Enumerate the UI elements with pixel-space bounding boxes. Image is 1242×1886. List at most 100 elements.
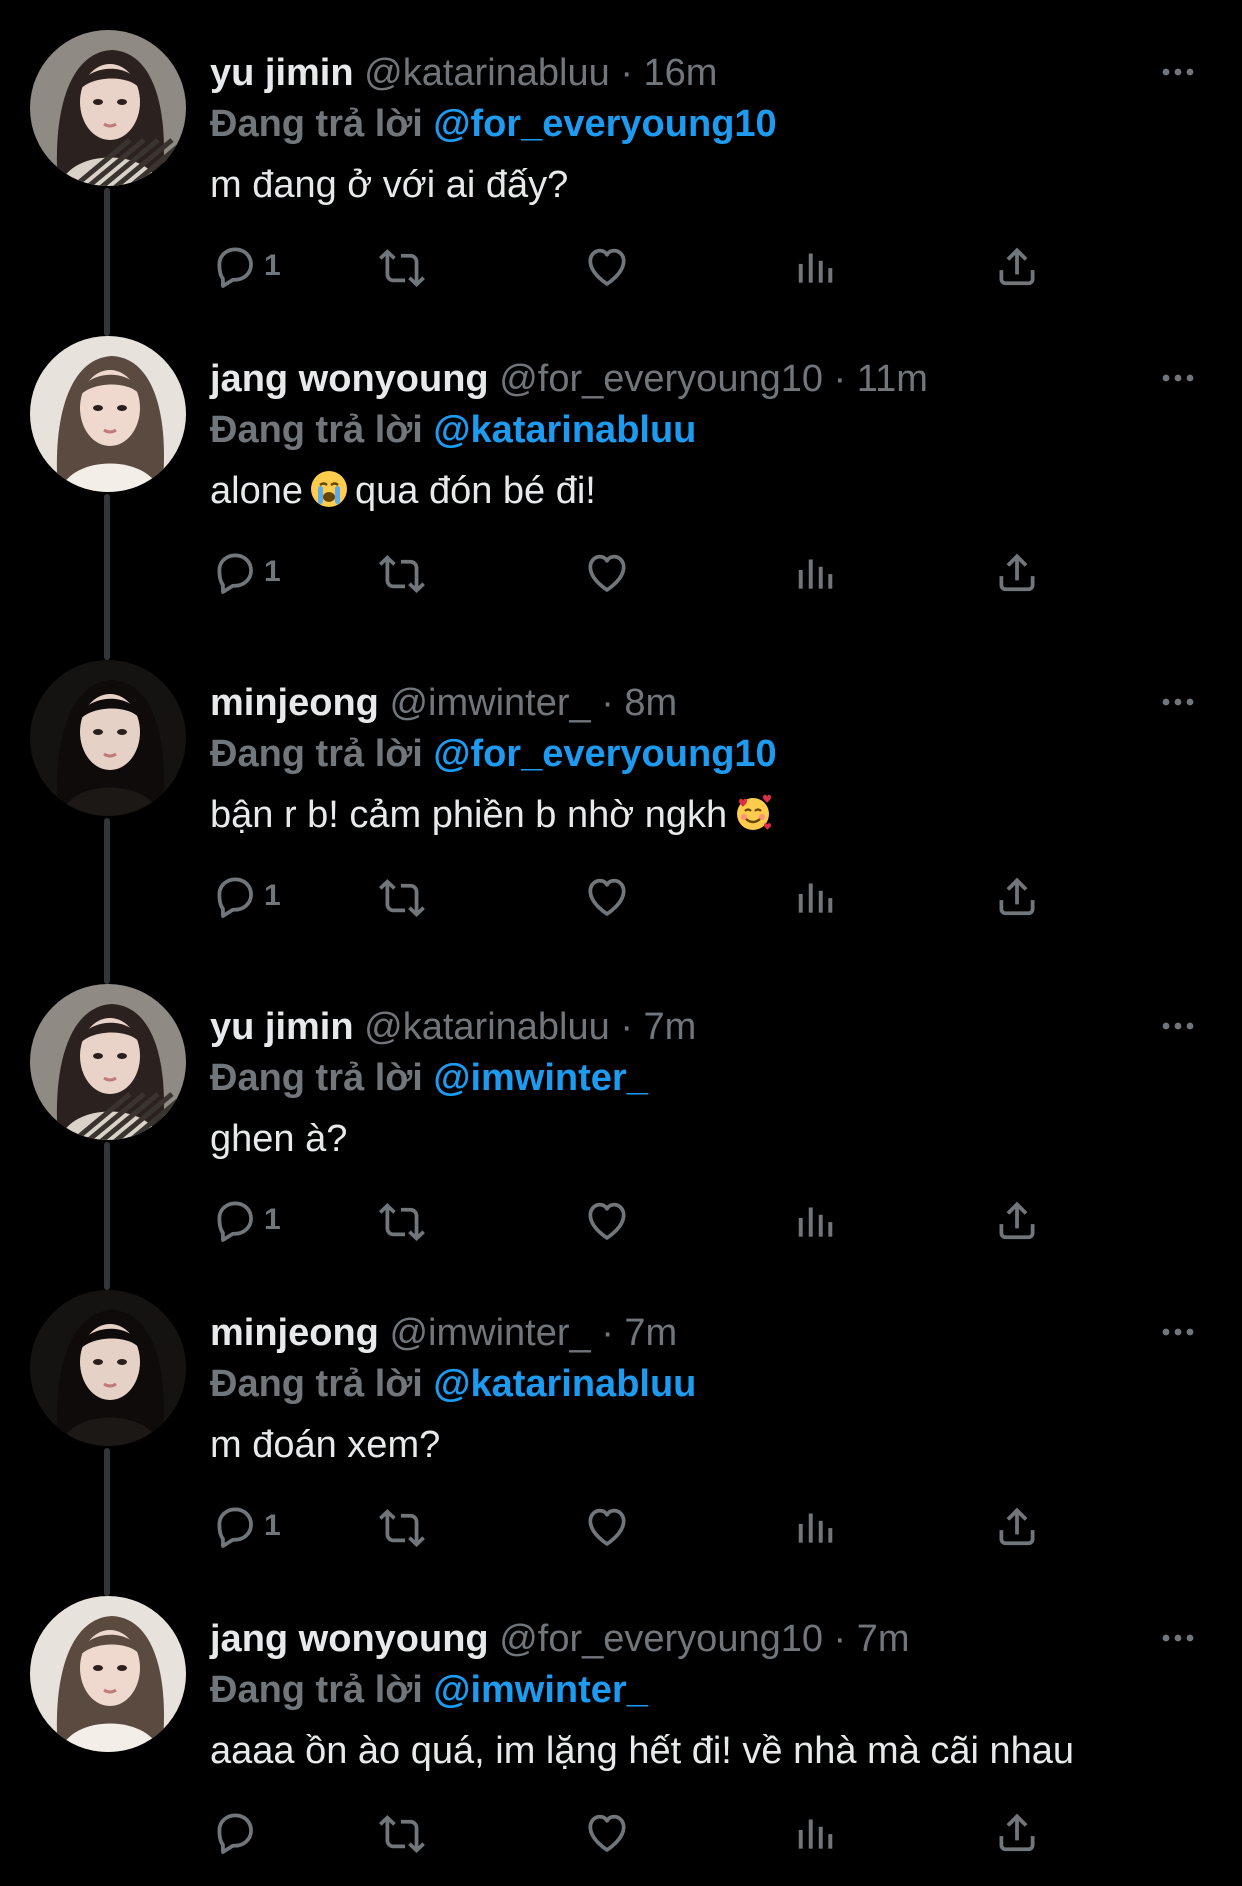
views-icon[interactable] [790, 1501, 840, 1551]
views-icon[interactable] [790, 871, 840, 921]
user-handle[interactable]: @for_everyoung10 [499, 1618, 823, 1660]
share-icon[interactable] [992, 241, 1042, 291]
mention-link[interactable]: @for_everyoung10 [433, 733, 776, 775]
share-button[interactable] [992, 544, 1042, 600]
reply-icon[interactable] [210, 1195, 260, 1245]
views-button[interactable] [790, 238, 840, 294]
user-handle[interactable]: @imwinter_ [389, 1312, 590, 1354]
views-button[interactable] [790, 544, 840, 600]
tweet[interactable]: jang wonyoung @for_everyoung10 · 11m Đan… [0, 336, 1242, 626]
mention-link[interactable]: @imwinter_ [433, 1669, 647, 1711]
more-icon[interactable] [1158, 358, 1198, 398]
more-icon[interactable] [1158, 682, 1198, 722]
like-button[interactable] [582, 544, 632, 600]
like-icon[interactable] [582, 1807, 632, 1857]
share-button[interactable] [992, 1192, 1042, 1248]
avatar[interactable] [30, 30, 186, 186]
tweet[interactable]: minjeong @imwinter_ · 8m Đang trả lời @f… [0, 660, 1242, 950]
avatar[interactable] [30, 984, 186, 1140]
views-button[interactable] [790, 1192, 840, 1248]
like-button[interactable] [582, 1192, 632, 1248]
mention-link[interactable]: @imwinter_ [433, 1057, 647, 1099]
user-handle[interactable]: @for_everyoung10 [499, 358, 823, 400]
tweet[interactable]: minjeong @imwinter_ · 7m Đang trả lời @k… [0, 1290, 1242, 1580]
retweet-button[interactable] [378, 1804, 428, 1860]
timestamp[interactable]: 11m [857, 358, 928, 400]
reply-button[interactable]: 1 [210, 1192, 281, 1248]
more-icon[interactable] [1158, 1312, 1198, 1352]
retweet-icon[interactable] [378, 241, 428, 291]
reply-button[interactable]: 1 [210, 238, 281, 294]
like-icon[interactable] [582, 1501, 632, 1551]
timestamp[interactable]: 8m [624, 682, 677, 724]
timestamp[interactable]: 7m [644, 1006, 697, 1048]
mention-link[interactable]: @katarinabluu [433, 1363, 696, 1405]
like-button[interactable] [582, 238, 632, 294]
retweet-icon[interactable] [378, 1195, 428, 1245]
reply-icon[interactable] [210, 1501, 260, 1551]
reply-icon[interactable] [210, 871, 260, 921]
more-icon[interactable] [1158, 52, 1198, 92]
tweet[interactable]: jang wonyoung @for_everyoung10 · 7m Đang… [0, 1596, 1242, 1886]
reply-icon[interactable] [210, 547, 260, 597]
mention-link[interactable]: @katarinabluu [433, 409, 696, 451]
timestamp[interactable]: 7m [624, 1312, 677, 1354]
views-icon[interactable] [790, 241, 840, 291]
share-icon[interactable] [992, 1195, 1042, 1245]
display-name[interactable]: jang wonyoung [210, 358, 489, 400]
mention-link[interactable]: @for_everyoung10 [433, 103, 776, 145]
views-button[interactable] [790, 1804, 840, 1860]
like-icon[interactable] [582, 241, 632, 291]
retweet-button[interactable] [378, 238, 428, 294]
views-button[interactable] [790, 1498, 840, 1554]
user-handle[interactable]: @katarinabluu [364, 1006, 610, 1048]
avatar[interactable] [30, 660, 186, 816]
like-button[interactable] [582, 1804, 632, 1860]
display-name[interactable]: yu jimin [210, 1006, 354, 1048]
display-name[interactable]: minjeong [210, 682, 379, 724]
views-icon[interactable] [790, 1807, 840, 1857]
display-name[interactable]: yu jimin [210, 52, 354, 94]
like-button[interactable] [582, 868, 632, 924]
reply-button[interactable]: 1 [210, 1498, 281, 1554]
retweet-icon[interactable] [378, 1807, 428, 1857]
retweet-icon[interactable] [378, 871, 428, 921]
share-icon[interactable] [992, 1501, 1042, 1551]
display-name[interactable]: jang wonyoung [210, 1618, 489, 1660]
timestamp[interactable]: 16m [644, 52, 718, 94]
retweet-button[interactable] [378, 868, 428, 924]
retweet-icon[interactable] [378, 547, 428, 597]
share-icon[interactable] [992, 871, 1042, 921]
retweet-button[interactable] [378, 544, 428, 600]
share-button[interactable] [992, 868, 1042, 924]
share-icon[interactable] [992, 1807, 1042, 1857]
views-icon[interactable] [790, 1195, 840, 1245]
reply-icon[interactable] [210, 1807, 260, 1857]
retweet-icon[interactable] [378, 1501, 428, 1551]
more-icon[interactable] [1158, 1618, 1198, 1658]
share-button[interactable] [992, 1804, 1042, 1860]
tweet[interactable]: yu jimin @katarinabluu · 7m Đang trả lời… [0, 984, 1242, 1274]
avatar[interactable] [30, 336, 186, 492]
share-button[interactable] [992, 1498, 1042, 1554]
display-name[interactable]: minjeong [210, 1312, 379, 1354]
avatar[interactable] [30, 1290, 186, 1446]
retweet-button[interactable] [378, 1192, 428, 1248]
more-icon[interactable] [1158, 1006, 1198, 1046]
reply-button[interactable] [210, 1804, 264, 1860]
views-button[interactable] [790, 868, 840, 924]
like-button[interactable] [582, 1498, 632, 1554]
like-icon[interactable] [582, 1195, 632, 1245]
like-icon[interactable] [582, 871, 632, 921]
like-icon[interactable] [582, 547, 632, 597]
reply-button[interactable]: 1 [210, 544, 281, 600]
share-button[interactable] [992, 238, 1042, 294]
user-handle[interactable]: @katarinabluu [364, 52, 610, 94]
tweet[interactable]: yu jimin @katarinabluu · 16m Đang trả lờ… [0, 30, 1242, 320]
views-icon[interactable] [790, 547, 840, 597]
timestamp[interactable]: 7m [857, 1618, 910, 1660]
avatar[interactable] [30, 1596, 186, 1752]
reply-button[interactable]: 1 [210, 868, 281, 924]
user-handle[interactable]: @imwinter_ [389, 682, 590, 724]
share-icon[interactable] [992, 547, 1042, 597]
